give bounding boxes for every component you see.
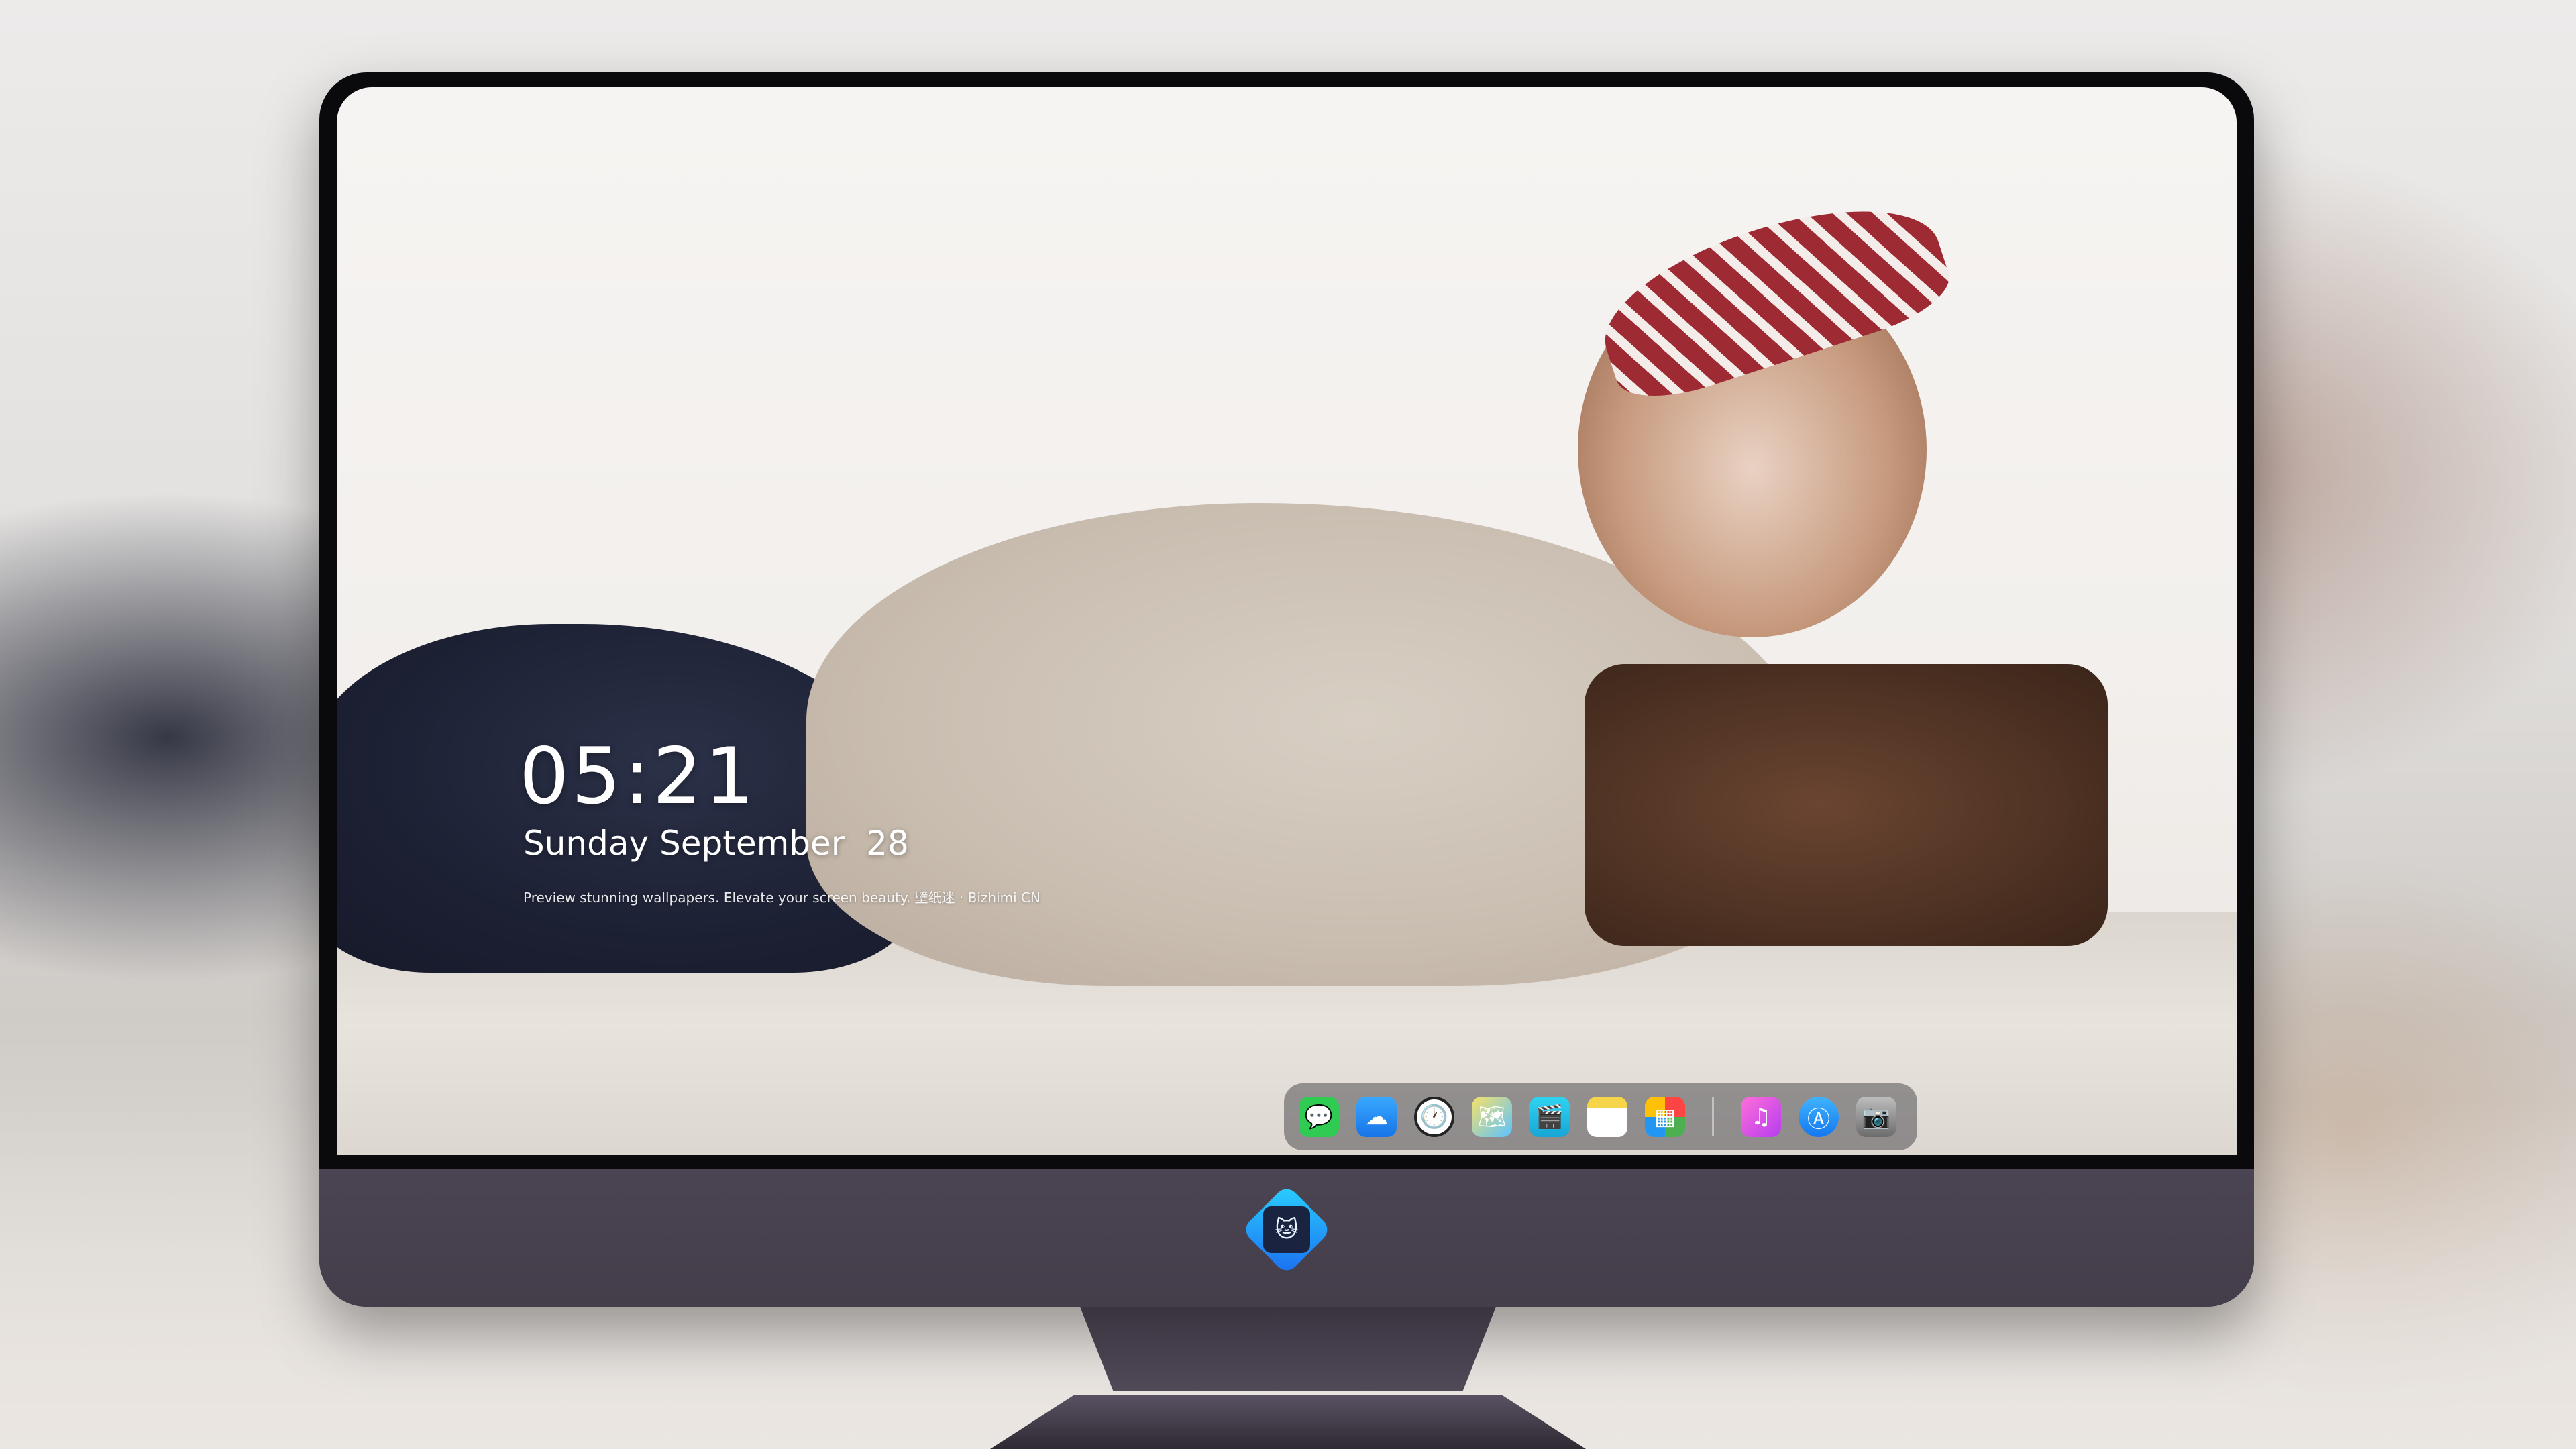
music-icon[interactable]: ♫ <box>1741 1097 1781 1137</box>
wallpaper-tagline: Preview stunning wallpapers. Elevate you… <box>523 890 1040 906</box>
dock-separator <box>1712 1097 1714 1136</box>
app-store-icon[interactable]: Ⓐ <box>1799 1097 1839 1137</box>
clock-icon[interactable]: 🕐 <box>1414 1097 1454 1137</box>
messages-icon[interactable]: 💬 <box>1299 1097 1339 1137</box>
bezel-divider <box>319 1155 2254 1169</box>
videos-icon[interactable]: 🎬 <box>1529 1097 1570 1137</box>
logo-mascot-icon: 🐱 <box>1263 1206 1310 1253</box>
monitor: 05:21 Sunday September 28 Preview stunni… <box>319 72 2254 1307</box>
camera-icon[interactable]: 📷 <box>1856 1097 1896 1137</box>
monitor-screen: 05:21 Sunday September 28 Preview stunni… <box>337 87 2237 1155</box>
maps-icon[interactable]: 🗺 <box>1472 1097 1512 1137</box>
lock-time: 05:21 <box>519 731 757 822</box>
monitor-stand-base <box>990 1395 1586 1449</box>
wallpaper-bag <box>1585 664 2108 946</box>
photos-icon[interactable]: ▦ <box>1645 1097 1685 1137</box>
lock-date: Sunday September 28 <box>523 824 909 863</box>
dock: 💬 ☁ 🕐 🗺 🎬 ≡ ▦ ♫ Ⓐ 📷 <box>1284 1083 1917 1150</box>
weather-icon[interactable]: ☁ <box>1356 1097 1397 1137</box>
notes-icon[interactable]: ≡ <box>1587 1097 1627 1137</box>
